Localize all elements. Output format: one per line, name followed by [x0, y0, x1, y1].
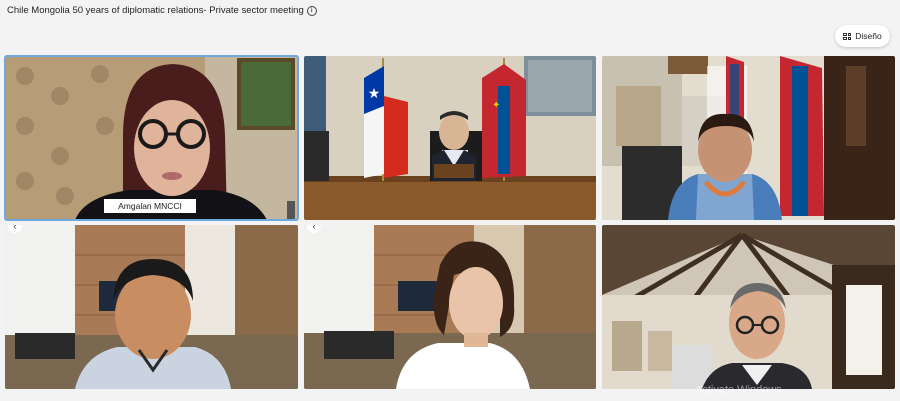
video-tile-participant-6[interactable]	[602, 225, 895, 389]
video-feed-participant-3	[602, 56, 895, 220]
participant-name-tag: Amgalan MNCCI	[104, 199, 196, 213]
video-feed-participant-4	[5, 225, 298, 389]
video-tile-participant-2[interactable]: ★ ✦	[304, 56, 596, 220]
meeting-header: Chile Mongolia 50 years of diplomatic re…	[0, 0, 900, 50]
layout-button-label: Diseño	[855, 31, 882, 41]
meeting-title-text: Chile Mongolia 50 years of diplomatic re…	[7, 5, 304, 16]
info-icon[interactable]: i	[306, 5, 317, 16]
video-tile-participant-3[interactable]	[602, 56, 895, 220]
video-feed-participant-6	[602, 225, 895, 389]
video-tile-participant-4[interactable]: ‹	[5, 225, 298, 389]
video-feed-participant-2: ★ ✦	[304, 56, 596, 220]
video-tile-participant-5[interactable]: ‹	[304, 225, 596, 389]
meeting-title: Chile Mongolia 50 years of diplomatic re…	[7, 5, 317, 16]
video-tile-amgalan[interactable]: Amgalan MNCCI	[4, 55, 299, 221]
video-feed-participant-5	[304, 225, 596, 389]
video-feed-amgalan	[5, 56, 298, 220]
svg-text:★: ★	[368, 85, 381, 101]
layout-button[interactable]: Diseño	[835, 25, 890, 47]
svg-text:✦: ✦	[492, 100, 500, 111]
grid-icon	[843, 32, 852, 40]
